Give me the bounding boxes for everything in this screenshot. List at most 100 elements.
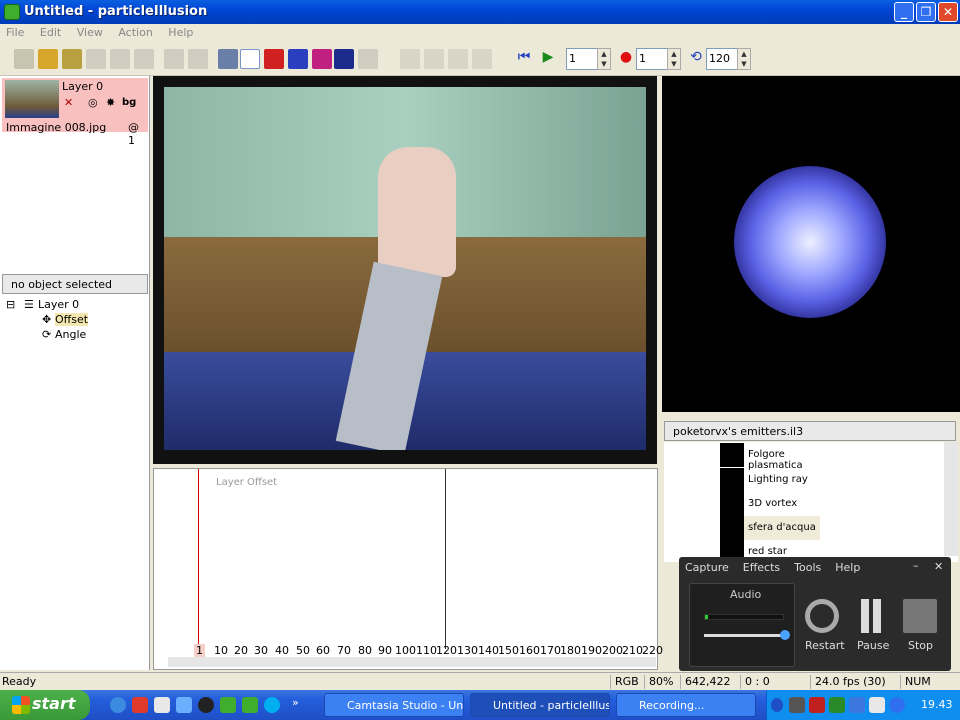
cam-minimize-button[interactable]: –	[913, 559, 919, 572]
layer-visibility-icon[interactable]: ✕	[64, 96, 73, 109]
nav-right-icon[interactable]	[472, 49, 492, 69]
close-button[interactable]: ✕	[938, 2, 958, 22]
cam-menu-effects[interactable]: Effects	[743, 561, 780, 574]
layer-target-icon[interactable]: ◎	[88, 96, 98, 109]
layer-gear-icon[interactable]: ✸	[106, 96, 115, 109]
menu-view[interactable]: View	[71, 24, 109, 41]
tray-icon-2[interactable]	[809, 697, 825, 713]
tree-item-angle[interactable]: Angle	[55, 328, 86, 341]
emitter-label: 3D vortex	[748, 498, 798, 509]
restart-icon[interactable]	[805, 599, 839, 633]
frame-stepper[interactable]: ▲ ▼	[597, 48, 611, 70]
tray-arrow-icon[interactable]	[771, 698, 783, 712]
pointer-tool-icon[interactable]	[240, 49, 260, 69]
task-camtasia[interactable]: Camtasia Studio - Un...	[324, 693, 464, 717]
menu-edit[interactable]: Edit	[34, 24, 67, 41]
layer-image-name: Immagine 008.jpg	[6, 121, 107, 134]
new-icon[interactable]	[14, 49, 34, 69]
maximize-button[interactable]: ❐	[916, 2, 936, 22]
volume-slider[interactable]	[704, 634, 782, 637]
app-icon-2[interactable]	[176, 697, 192, 713]
frame-input[interactable]: 1	[566, 48, 598, 70]
tree-root-icon: ☰	[24, 298, 34, 311]
deflector-tool-icon[interactable]	[288, 49, 308, 69]
menu-help[interactable]: Help	[162, 24, 199, 41]
cut-icon[interactable]	[86, 49, 106, 69]
loop-stepper[interactable]: ▲ ▼	[737, 48, 751, 70]
app-icon-1[interactable]	[154, 697, 170, 713]
open-icon[interactable]	[38, 49, 58, 69]
task-particleillusion[interactable]: Untitled - particleIllus...	[470, 693, 610, 717]
record-icon[interactable]: ●	[616, 49, 636, 69]
app-icon	[4, 4, 20, 20]
force-tool-icon[interactable]	[358, 49, 378, 69]
app-icon-4[interactable]	[220, 697, 236, 713]
redo-icon[interactable]	[188, 49, 208, 69]
loop-icon[interactable]: ⟲	[686, 49, 706, 69]
tick-label: 1	[194, 644, 205, 657]
undo-icon[interactable]	[164, 49, 184, 69]
copy-icon[interactable]	[110, 49, 130, 69]
opera-icon[interactable]	[132, 697, 148, 713]
layer-item[interactable]: Layer 0 ✕ ◎ ✸ bg Immagine 008.jpg @ 1	[2, 78, 148, 147]
stop-icon[interactable]	[903, 599, 937, 633]
emitter-item[interactable]: Lighting ray	[720, 468, 820, 492]
timeline-panel[interactable]: Layer Offset	[153, 468, 658, 670]
play-icon[interactable]: ▶	[538, 49, 558, 69]
record-input[interactable]: 1	[636, 48, 668, 70]
status-fps: 24.0 fps (30)	[810, 675, 900, 689]
volume-knob[interactable]	[780, 630, 790, 640]
skype-icon[interactable]	[264, 697, 280, 713]
minimize-button[interactable]: _	[894, 2, 914, 22]
tray-icon-1[interactable]	[789, 697, 805, 713]
rewind-icon[interactable]: ⏮	[514, 49, 534, 69]
nav-left-icon[interactable]	[400, 49, 420, 69]
tree-expand-icon[interactable]: ⊟	[6, 298, 15, 311]
select-tool-icon[interactable]	[218, 49, 238, 69]
emitter-tool-icon[interactable]	[264, 49, 284, 69]
layer-bg-icon[interactable]: bg	[122, 97, 136, 108]
tick-label: 110	[416, 644, 437, 657]
timeline-cursor[interactable]	[198, 469, 199, 649]
blocker-tool-icon[interactable]	[312, 49, 332, 69]
cam-menu-tools[interactable]: Tools	[794, 561, 821, 574]
cam-close-button[interactable]: ✕	[934, 560, 943, 573]
tick-label: 150	[498, 644, 519, 657]
menu-file[interactable]: File	[0, 24, 30, 41]
task-recording[interactable]: Recording...	[616, 693, 756, 717]
timeline-scrollbar[interactable]	[168, 657, 656, 667]
layer-name: Layer 0	[62, 80, 104, 93]
tray-icon-6[interactable]	[889, 697, 905, 713]
tray-icon-5[interactable]	[869, 697, 885, 713]
cam-menu-capture[interactable]: Capture	[685, 561, 729, 574]
particle-tool-icon[interactable]	[334, 49, 354, 69]
emitter-item[interactable]: 3D vortex	[720, 492, 820, 516]
loop-input[interactable]: 120	[706, 48, 738, 70]
record-stepper[interactable]: ▲ ▼	[667, 48, 681, 70]
ie-icon[interactable]	[110, 697, 126, 713]
pause-icon-left[interactable]	[861, 599, 869, 633]
save-icon[interactable]	[62, 49, 82, 69]
menu-action[interactable]: Action	[112, 24, 158, 41]
pause-label: Pause	[857, 639, 890, 652]
nav-down-icon[interactable]	[448, 49, 468, 69]
app-icon-3[interactable]	[198, 697, 214, 713]
tick-label: 90	[378, 644, 392, 657]
particleillusion-icon[interactable]	[242, 697, 258, 713]
status-color-mode: RGB	[610, 675, 644, 689]
emitter-item-selected[interactable]: sfera d'acqua	[720, 516, 820, 540]
tray-icon-3[interactable]	[829, 697, 845, 713]
tray-icon-4[interactable]	[849, 697, 865, 713]
nav-up-icon[interactable]	[424, 49, 444, 69]
status-coords: 642,422	[680, 675, 740, 689]
pause-icon-right[interactable]	[873, 599, 881, 633]
tick-label: 170	[540, 644, 561, 657]
emitter-label: sfera d'acqua	[748, 522, 816, 533]
emitter-scrollbar[interactable]	[944, 442, 958, 556]
emitter-item[interactable]: Folgore plasmatica	[720, 443, 820, 471]
tree-root-label[interactable]: Layer 0	[38, 298, 79, 311]
cam-menu-help[interactable]: Help	[835, 561, 860, 574]
paste-icon[interactable]	[134, 49, 154, 69]
tree-item-offset[interactable]: Offset	[55, 313, 89, 326]
more-icon[interactable]: »	[292, 696, 299, 709]
